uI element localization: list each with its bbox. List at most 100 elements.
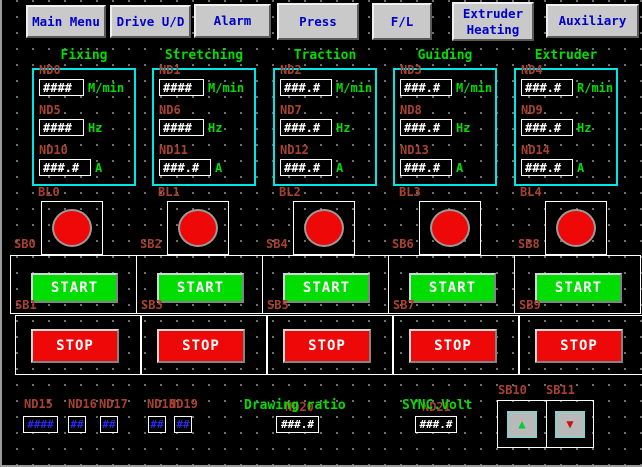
- nd-tag: ND19: [169, 397, 198, 411]
- lamp-indicator: [52, 209, 92, 247]
- sb-tag: SB6: [392, 237, 414, 251]
- raise-cell: ▲: [497, 400, 547, 448]
- unit-label: Hz: [456, 121, 470, 135]
- panel-guiding: ND3 ###.# M/min ND8 ###.# Hz ND13 ###.# …: [393, 68, 497, 186]
- stop-button-fixing[interactable]: STOP: [31, 329, 119, 363]
- value-display: ###.#: [280, 79, 332, 96]
- alarm-button[interactable]: Alarm: [194, 4, 271, 38]
- start-button-stretching[interactable]: START: [157, 273, 244, 303]
- nd-tag: ND16: [68, 397, 97, 411]
- nd-tag: ND3: [400, 63, 492, 77]
- start-button-fixing[interactable]: START: [31, 273, 118, 303]
- unit-label: A: [577, 161, 584, 175]
- start-cell-fixing: START SB1: [10, 255, 137, 314]
- value-display: ###.#: [521, 159, 573, 176]
- nd-tag: ND0: [39, 63, 124, 77]
- value-display: ###.#: [400, 159, 452, 176]
- value-display: ####: [39, 119, 84, 136]
- value-display: ##: [68, 416, 86, 433]
- value-display: ###.#: [400, 79, 452, 96]
- sb-tag: SB8: [518, 237, 540, 251]
- panel-traction: ND2 ###.# M/min ND7 ###.# Hz ND12 ###.# …: [273, 68, 377, 186]
- bl-tag: BL2: [279, 185, 301, 199]
- sb-tag: SB1: [15, 298, 37, 312]
- value-display: ###.#: [521, 79, 573, 96]
- sb-tag: SB4: [266, 237, 288, 251]
- lamp-cell-guiding: [419, 201, 481, 255]
- unit-label: A: [456, 161, 463, 175]
- value-display: ####: [159, 119, 204, 136]
- unit-label: Hz: [577, 121, 591, 135]
- panel-fixing: ND0 #### M/min ND5 #### Hz ND10 ###.# A: [32, 68, 136, 186]
- lamp-cell-stretching: [167, 201, 229, 255]
- nd-tag: ND6: [159, 103, 222, 117]
- stop-button-stretching[interactable]: STOP: [157, 329, 245, 363]
- fl-button[interactable]: F/L: [372, 3, 432, 40]
- nd-tag: ND11: [159, 143, 222, 157]
- sb-tag: SB3: [141, 298, 163, 312]
- nd-tag: ND8: [400, 103, 470, 117]
- sb-tag: SB9: [519, 298, 541, 312]
- stop-cell-stretching: STOP: [141, 315, 267, 375]
- lamp-indicator: [556, 209, 596, 247]
- nd-tag: ND13: [400, 143, 463, 157]
- value-display: ###.#: [280, 119, 332, 136]
- sync-volt-label: SYNC.Volt: [402, 398, 472, 413]
- stop-button-traction[interactable]: STOP: [283, 329, 371, 363]
- unit-label: M/min: [88, 81, 124, 95]
- drawing-ratio-display: ###.#: [276, 416, 319, 433]
- start-button-extruder[interactable]: START: [535, 273, 622, 303]
- value-display: ##: [100, 416, 118, 433]
- down-triangle-icon: ▼: [566, 418, 573, 430]
- sb-tag: SB7: [393, 298, 415, 312]
- panel-stretching: ND1 #### M/min ND6 #### Hz ND11 ###.# A: [152, 68, 256, 186]
- unit-label: M/min: [208, 81, 244, 95]
- press-button[interactable]: Press: [277, 3, 359, 40]
- extruder-heating-button[interactable]: Extruder Heating: [452, 2, 534, 41]
- lamp-indicator: [304, 209, 344, 247]
- nd-tag: ND10: [39, 143, 102, 157]
- nd-tag: ND17: [99, 397, 128, 411]
- drive-ud-button[interactable]: Drive U/D: [110, 5, 191, 38]
- hmi-screen: Main Menu Drive U/D Alarm Press F/L Extr…: [0, 0, 642, 467]
- value-display: ####: [159, 79, 204, 96]
- stop-cell-extruder: STOP: [519, 315, 642, 375]
- unit-label: A: [215, 161, 222, 175]
- nd-tag: ND7: [280, 103, 350, 117]
- nd-tag: ND12: [280, 143, 343, 157]
- up-triangle-icon: ▲: [518, 418, 525, 430]
- nd-tag: ND1: [159, 63, 244, 77]
- lower-cell: ▼: [546, 400, 594, 448]
- start-button-traction[interactable]: START: [283, 273, 370, 303]
- sb-tag: SB10: [498, 383, 527, 397]
- start-button-guiding[interactable]: START: [409, 273, 496, 303]
- unit-label: A: [95, 161, 102, 175]
- unit-label: Hz: [88, 121, 102, 135]
- stop-button-guiding[interactable]: STOP: [409, 329, 497, 363]
- stop-button-extruder[interactable]: STOP: [535, 329, 623, 363]
- sb-tag: SB0: [14, 237, 36, 251]
- panel-extruder: ND4 ###.# R/min ND9 ###.# Hz ND14 ###.# …: [514, 68, 618, 186]
- bl-tag: BL3: [399, 185, 421, 199]
- start-cell-guiding: START SB7: [388, 255, 515, 314]
- bl-tag: BL4: [520, 185, 542, 199]
- section-title-fixing: Fixing: [32, 48, 136, 63]
- nd-tag: ND15: [24, 397, 53, 411]
- lamp-indicator: [430, 209, 470, 247]
- start-cell-stretching: START SB3: [136, 255, 263, 314]
- lamp-cell-fixing: [41, 201, 103, 255]
- nd-tag: ND4: [521, 63, 613, 77]
- raise-button[interactable]: ▲: [507, 411, 537, 438]
- section-title-stretching: Stretching: [152, 48, 256, 63]
- lower-button[interactable]: ▼: [555, 411, 585, 438]
- lamp-cell-traction: [293, 201, 355, 255]
- start-cell-extruder: START SB9: [514, 255, 641, 314]
- auxiliary-button[interactable]: Auxiliary: [546, 4, 639, 38]
- sb-tag: SB11: [546, 383, 575, 397]
- bl-tag: BL0: [38, 185, 60, 199]
- value-display: ###.#: [280, 159, 332, 176]
- lamp-cell-extruder: [545, 201, 607, 255]
- main-menu-button[interactable]: Main Menu: [26, 5, 106, 38]
- start-cell-traction: START SB5: [262, 255, 389, 314]
- value-display: ##: [174, 416, 192, 433]
